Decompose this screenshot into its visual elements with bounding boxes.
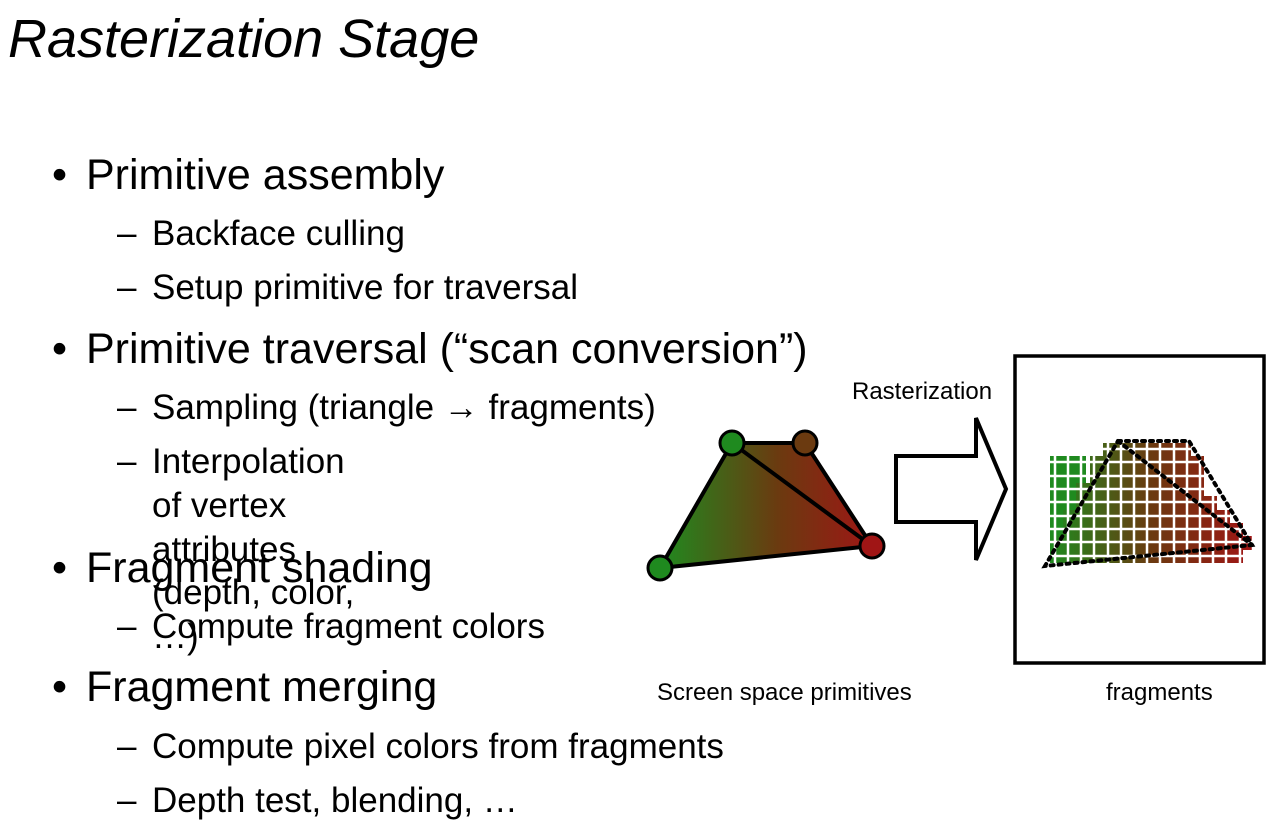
sub-bullet-backface-culling: – Backface culling	[117, 212, 405, 256]
vertex-red-right	[858, 532, 886, 560]
bullet-primitive-assembly: • Primitive assembly	[52, 154, 444, 197]
sub-bullet-compute-pixel-colors: – Compute pixel colors from fragments	[117, 725, 724, 769]
sub-bullet-depth-test: – Depth test, blending, …	[117, 779, 518, 823]
bullet-text: Fragment shading	[86, 544, 433, 592]
bullet-fragment-shading: • Fragment shading	[52, 547, 433, 590]
sub-bullet-dash: –	[117, 214, 137, 253]
sub-bullet-dash: –	[117, 442, 137, 481]
bullet-text: Fragment merging	[86, 663, 438, 711]
rasterization-arrow-label: Rasterization	[852, 378, 993, 405]
sub-bullet-text: Compute fragment colors	[152, 607, 545, 646]
sub-bullet-dash: –	[117, 781, 137, 820]
rasterization-arrow-icon	[894, 417, 1009, 561]
sub-bullet-dash: –	[117, 388, 137, 427]
sub-bullet-sampling: – Sampling (triangle → fragments)	[117, 386, 656, 430]
screen-space-primitives-caption: Screen space primitives	[657, 679, 912, 706]
sub-bullet-dash: –	[117, 607, 137, 646]
sub-bullet-dash: –	[117, 268, 137, 307]
sub-bullet-text: Sampling (triangle → fragments)	[152, 388, 656, 427]
bullet-dot: •	[52, 544, 68, 592]
fragments-caption: fragments	[1106, 679, 1213, 706]
rasterization-diagram: Rasterization Screen space primitives fr…	[640, 340, 1280, 720]
sub-bullet-text: Setup primitive for traversal	[152, 268, 578, 307]
slide-title: Rasterization Stage	[8, 9, 480, 69]
sub-bullet-text: Backface culling	[152, 214, 405, 253]
sub-bullet-text: Compute pixel colors from fragments	[152, 727, 724, 766]
bullet-dot: •	[52, 325, 68, 373]
fragment-grid	[1013, 354, 1266, 665]
bullet-text: Primitive assembly	[86, 151, 445, 199]
vertex-brown-top	[791, 429, 819, 457]
sub-bullet-text: Depth test, blending, …	[152, 781, 518, 820]
sub-bullet-dash: –	[117, 727, 137, 766]
bullet-dot: •	[52, 151, 68, 199]
vertex-green-top	[718, 429, 746, 457]
sub-bullet-compute-fragment-colors: – Compute fragment colors	[117, 605, 545, 649]
bullet-dot: •	[52, 663, 68, 711]
bullet-fragment-merging: • Fragment merging	[52, 666, 437, 709]
vertex-green-left	[646, 554, 674, 582]
sub-bullet-setup-primitive: – Setup primitive for traversal	[117, 266, 578, 310]
screen-space-primitive	[658, 441, 874, 570]
